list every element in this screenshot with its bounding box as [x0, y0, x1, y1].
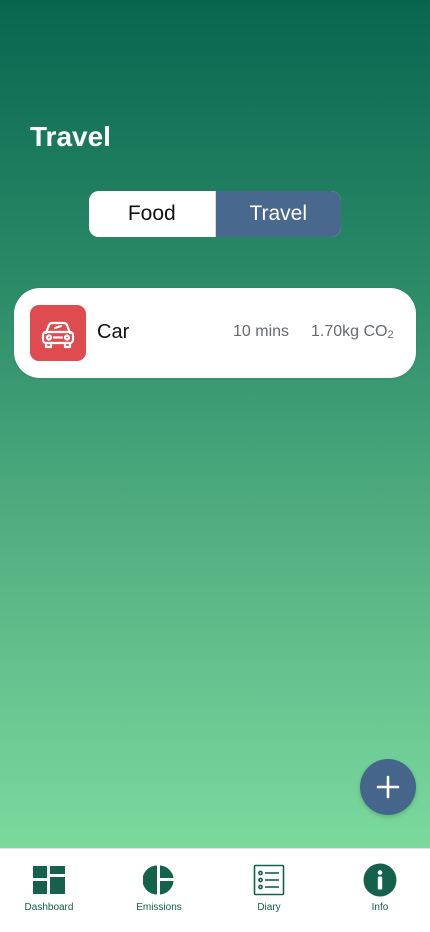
tab-dashboard-label: Dashboard: [24, 902, 74, 913]
tab-dashboard[interactable]: Dashboard: [0, 863, 99, 914]
pie-chart-icon: [142, 863, 176, 897]
category-segmented-control: Food Travel: [89, 191, 341, 237]
list-icon: [252, 863, 286, 897]
tab-info-label: Info: [371, 902, 389, 913]
bottom-tab-bar: Dashboard Emissions Diary Info: [0, 848, 430, 932]
plus-icon: [376, 775, 400, 799]
segment-travel[interactable]: Travel: [215, 191, 341, 237]
info-icon: [363, 863, 397, 897]
dashboard-icon: [32, 863, 66, 897]
tab-diary[interactable]: Diary: [219, 863, 319, 914]
app-screen: Travel Food Travel Car 10 mins 1.70kg CO…: [0, 0, 430, 932]
entry-duration: 10 mins: [233, 323, 290, 340]
segment-travel-label: Travel: [249, 202, 308, 225]
add-entry-button[interactable]: [360, 759, 416, 815]
tab-emissions-label: Emissions: [136, 902, 182, 913]
tab-emissions[interactable]: Emissions: [109, 863, 209, 914]
travel-entry-card[interactable]: Car 10 mins 1.70kg CO2: [14, 288, 416, 378]
entry-co2-value: 1.70kg CO: [311, 323, 388, 340]
segment-food[interactable]: Food: [89, 191, 216, 237]
tab-diary-label: Diary: [257, 902, 281, 913]
segment-food-label: Food: [127, 202, 176, 225]
entry-label: Car: [97, 321, 130, 343]
page-title: Travel: [30, 121, 111, 152]
entry-co2-subscript: 2: [387, 329, 394, 341]
car-icon: [30, 305, 86, 361]
entry-co2-amount: 1.70kg CO2: [311, 322, 394, 345]
tab-info[interactable]: Info: [330, 863, 430, 914]
